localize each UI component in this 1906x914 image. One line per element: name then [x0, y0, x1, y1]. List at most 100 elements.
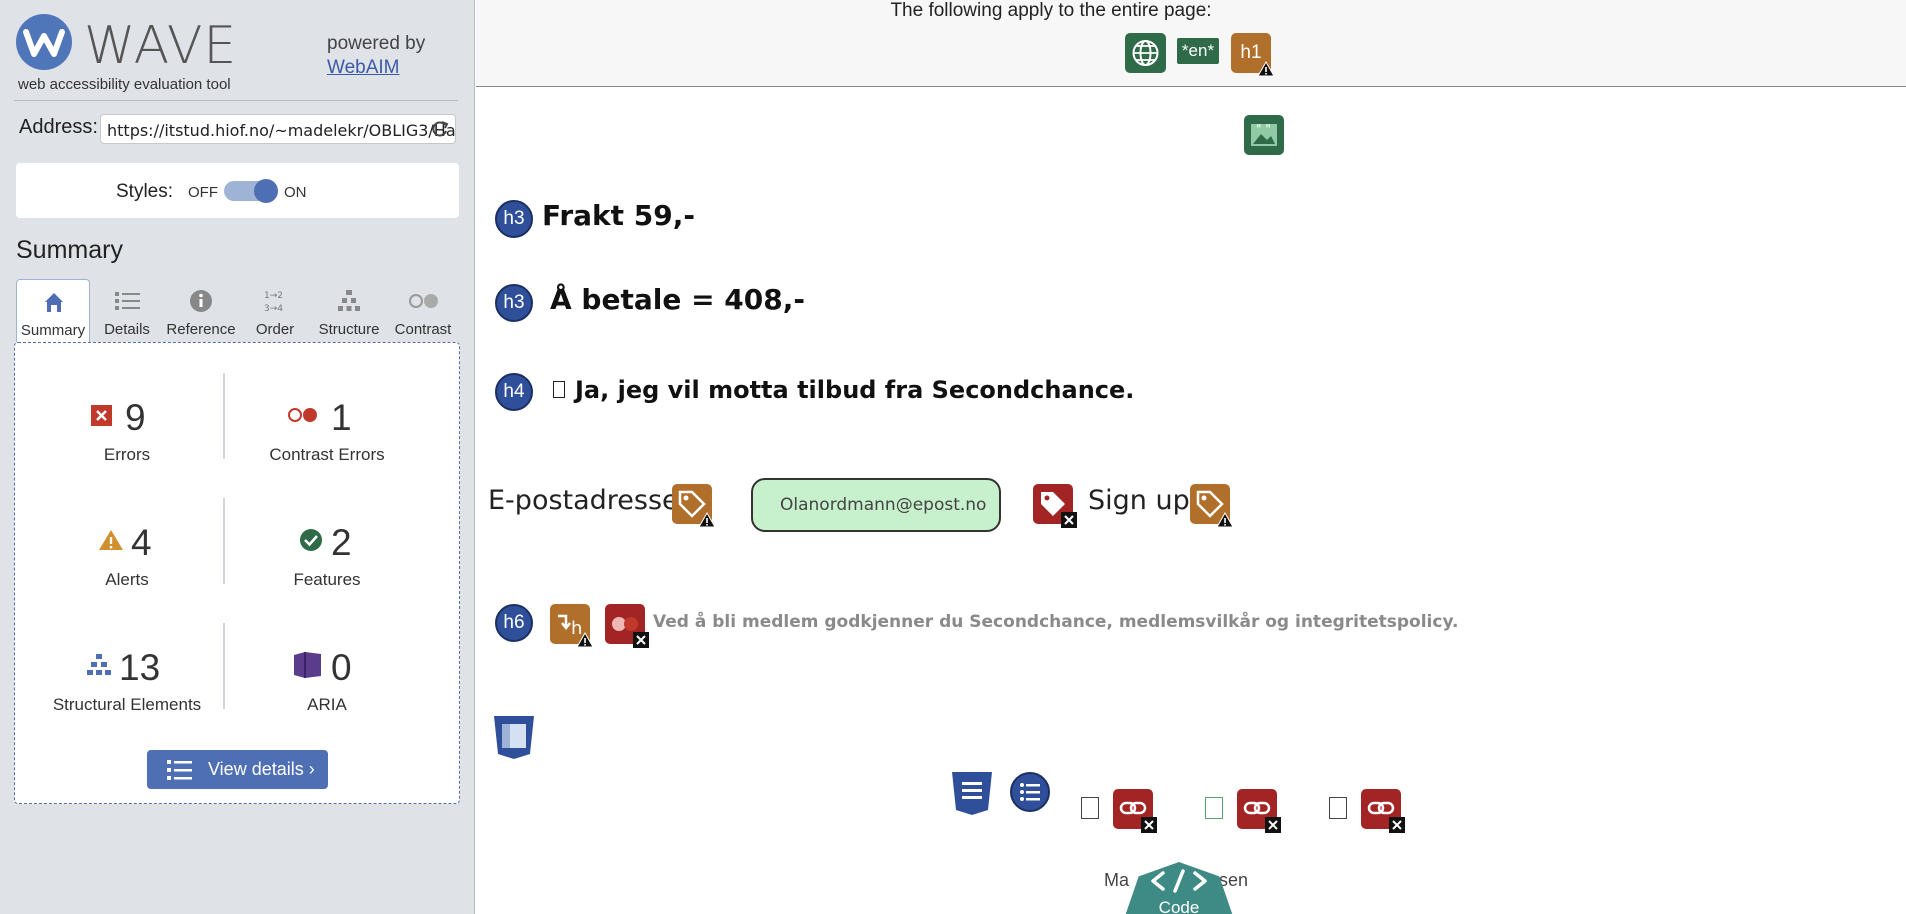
page-wide-icons-bar: The following apply to the entire page: …	[476, 0, 1906, 87]
tab-label: Order	[255, 321, 295, 338]
stat-contrast-errors[interactable]: 1 Contrast Errors	[227, 371, 427, 481]
wave-subtitle: web accessibility evaluation tool	[18, 76, 231, 93]
language-en-badge[interactable]: *en*	[1177, 38, 1219, 64]
checkbox-placeholder[interactable]	[553, 381, 565, 398]
h1-badge-label: h1	[1240, 42, 1262, 63]
contrast-error-icon	[288, 408, 317, 422]
wave-title: WAVE	[84, 16, 238, 76]
h3-heading-icon[interactable]: h3	[495, 284, 533, 322]
svg-text:" ": " "	[1256, 122, 1271, 136]
page-notice: The following apply to the entire page:	[890, 0, 1212, 21]
wave-logo-icon	[16, 14, 72, 70]
language-icon[interactable]	[1125, 33, 1166, 73]
tab-structure[interactable]: Structure	[312, 279, 386, 343]
evaluated-page: The following apply to the entire page: …	[476, 0, 1906, 914]
error-x-icon	[1265, 817, 1281, 833]
home-icon	[45, 293, 63, 312]
info-icon	[190, 290, 212, 312]
list-icon	[115, 292, 140, 310]
h4-heading-icon[interactable]: h4	[495, 373, 533, 411]
error-x-icon	[633, 632, 649, 648]
stat-structural[interactable]: 13 Structural Elements	[27, 621, 227, 731]
tab-label: Details	[104, 321, 150, 338]
missing-h1-alert-icon[interactable]: h1	[1231, 33, 1275, 77]
address-input[interactable]: https://itstud.hiof.no/~madelekr/OBLIG3/…	[100, 114, 456, 144]
contrast-icon	[409, 294, 438, 308]
address-label: Address:	[19, 116, 98, 138]
empty-link-error-icon[interactable]	[1237, 789, 1281, 833]
stat-separator	[223, 498, 225, 584]
warning-icon	[576, 632, 594, 648]
svg-text:1→2: 1→2	[264, 291, 283, 301]
empty-link-error-icon[interactable]	[1113, 789, 1157, 833]
h6-heading-icon[interactable]: h6	[495, 604, 533, 642]
sidebar-divider	[14, 100, 458, 101]
label-alert-icon[interactable]	[1190, 484, 1234, 528]
tab-label: Contrast	[394, 321, 452, 338]
html5-structure-icon[interactable]	[492, 714, 536, 760]
warning-icon	[1216, 512, 1234, 528]
tab-label: Reference	[166, 321, 236, 338]
errors-label: Errors	[103, 445, 151, 464]
features-label: Features	[293, 570, 361, 589]
view-details-label: View details ›	[208, 759, 315, 779]
missing-label-error-icon[interactable]	[1033, 484, 1077, 528]
stat-errors[interactable]: 9 Errors	[27, 371, 227, 481]
webaim-link[interactable]: WebAIM	[327, 57, 400, 79]
h3-heading-icon[interactable]: h3	[495, 200, 533, 238]
stat-separator	[223, 373, 225, 459]
stat-separator	[223, 623, 225, 709]
warning-icon	[698, 512, 716, 528]
tab-summary[interactable]: Summary	[16, 279, 90, 343]
styles-toggle[interactable]	[224, 179, 278, 203]
aria-icon	[294, 652, 321, 678]
tab-details[interactable]: Details	[90, 279, 164, 343]
contrast-error-icon[interactable]	[605, 604, 649, 648]
view-details-button[interactable]: View details ›	[147, 750, 328, 789]
powered-by-label: powered by	[327, 33, 426, 54]
label-alert-icon[interactable]	[672, 484, 716, 528]
stat-alerts[interactable]: 4 Alerts	[27, 496, 227, 606]
link-placeholder-box[interactable]	[1329, 797, 1347, 819]
svg-text:3→4: 3→4	[264, 304, 283, 314]
tab-reference[interactable]: Reference	[164, 279, 238, 343]
code-icon	[1151, 869, 1207, 893]
email-label: E-postadresse	[488, 485, 679, 516]
warning-icon	[1257, 61, 1275, 77]
stat-aria[interactable]: 0 ARIA	[227, 621, 427, 731]
contrast-errors-label: Contrast Errors	[269, 445, 385, 464]
wave-sidebar: WAVE web accessibility evaluation tool p…	[0, 0, 475, 914]
email-input[interactable]: Olanordmann@epost.no	[751, 478, 1001, 532]
structure-icon	[338, 290, 360, 311]
order-icon: 1→23→4	[264, 291, 283, 314]
styles-label: Styles:	[116, 181, 174, 202]
features-count: 2	[331, 522, 352, 563]
stat-features[interactable]: 2 Features	[227, 496, 427, 606]
styles-on-label: ON	[284, 184, 307, 201]
alerts-count: 4	[131, 522, 152, 563]
summary-heading: Summary	[16, 236, 123, 264]
tab-contrast[interactable]: Contrast	[386, 279, 460, 343]
skipped-heading-alert-icon[interactable]: h	[550, 604, 594, 648]
link-placeholder-box[interactable]	[1081, 797, 1099, 819]
tab-label: Summary	[20, 322, 86, 339]
refresh-icon[interactable]	[430, 119, 450, 139]
summary-panel: 9 Errors 1 Contrast Errors 4 Alerts 2 Fe…	[14, 342, 460, 804]
errors-count: 9	[125, 397, 146, 438]
toggle-knob	[254, 179, 278, 203]
empty-link-error-icon[interactable]	[1361, 789, 1405, 833]
styles-toggle-panel: Styles: OFF ON	[16, 163, 459, 218]
link-placeholder-box[interactable]	[1205, 797, 1223, 819]
html5-nav-icon[interactable]	[950, 770, 994, 816]
error-x-icon	[1141, 817, 1157, 833]
alert-icon	[99, 530, 123, 550]
heading-frakt: Frakt 59,-	[542, 199, 696, 232]
tab-order[interactable]: 1→2 3→4 Order	[238, 279, 312, 343]
image-alt-feature-icon[interactable]: " "	[1244, 115, 1284, 155]
structural-label: Structural Elements	[52, 695, 202, 714]
unordered-list-icon[interactable]	[1010, 772, 1050, 812]
aria-count: 0	[331, 647, 352, 688]
structure-icon	[87, 654, 111, 675]
tab-label: Structure	[318, 321, 380, 338]
error-icon	[91, 405, 112, 426]
